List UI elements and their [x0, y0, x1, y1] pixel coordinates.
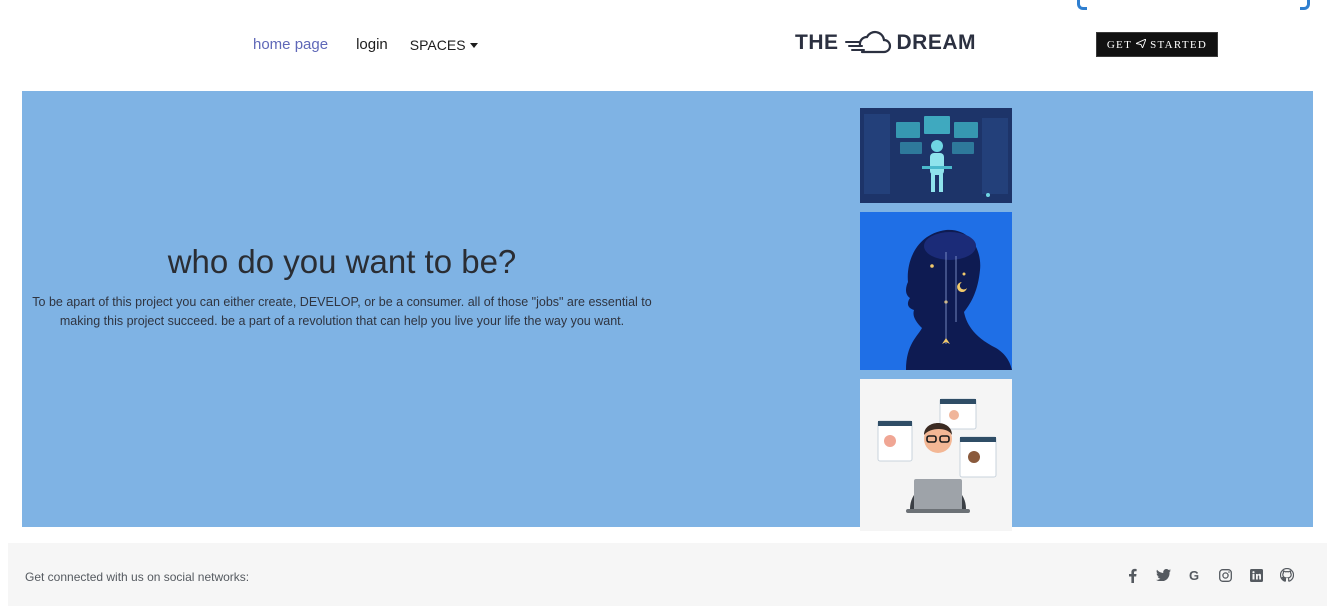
hero-text-block: who do you want to be? To be apart of th… — [22, 243, 662, 331]
nav-spaces-dropdown[interactable]: SPACES — [410, 37, 478, 53]
linkedin-icon[interactable] — [1248, 567, 1264, 583]
get-started-button[interactable]: GET STARTED — [1096, 32, 1218, 57]
google-icon[interactable]: G — [1186, 567, 1202, 583]
facebook-icon[interactable] — [1124, 567, 1140, 583]
brand-text-left: THE — [795, 31, 839, 54]
paper-plane-icon — [1134, 37, 1147, 51]
nav-spaces-label: SPACES — [409, 36, 466, 53]
instagram-icon[interactable] — [1217, 567, 1233, 583]
cloud-wind-icon — [844, 30, 891, 54]
brand-text-right: DREAM — [896, 31, 976, 54]
top-navbar: home page login SPACES THE DREAM GET STA… — [0, 0, 1327, 90]
remote-worker-illustration — [860, 379, 1012, 531]
cta-label-right: STARTED — [1150, 38, 1208, 51]
cta-label-left: GET — [1106, 38, 1133, 51]
hero-title: who do you want to be? — [167, 243, 517, 280]
brand-logo[interactable]: THE DREAM — [795, 30, 976, 56]
nav-home-link[interactable]: home page — [253, 36, 328, 53]
footer-connect-text: Get connected with us on social networks… — [25, 570, 250, 584]
hero-description: To be apart of this project you can eith… — [32, 295, 652, 328]
github-icon[interactable] — [1279, 567, 1295, 583]
social-icons: G — [1109, 567, 1295, 583]
dreamer-silhouette-illustration — [860, 212, 1012, 370]
nav-links: home page login SPACES — [253, 36, 478, 53]
footer-social-bar: Get connected with us on social networks… — [8, 543, 1327, 606]
twitter-icon[interactable] — [1155, 567, 1171, 583]
developer-illustration — [860, 108, 1012, 203]
nav-login-link[interactable]: login — [356, 36, 388, 53]
hero-section: who do you want to be? To be apart of th… — [22, 91, 1313, 531]
caret-down-icon — [469, 42, 478, 48]
